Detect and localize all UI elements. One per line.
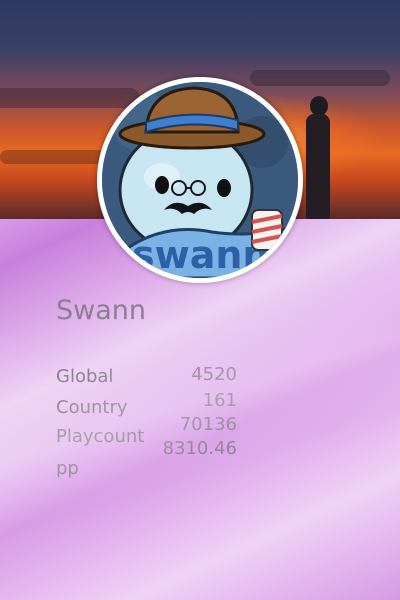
stat-value-pp: 8310.46	[162, 438, 237, 459]
stat-value-global: 4520	[191, 364, 237, 385]
stat-value-country: 161	[202, 390, 237, 411]
stat-label-pp: pp	[56, 458, 79, 479]
stat-label-playcount: Playcount	[56, 426, 145, 447]
stat-label-country: Country	[56, 397, 128, 418]
username[interactable]: Swann	[56, 294, 246, 328]
avatar-caption: swann	[132, 233, 269, 277]
stat-label-global: Global	[56, 366, 114, 387]
stat-value-playcount: 70136	[179, 414, 237, 435]
banner-cloud	[0, 88, 140, 108]
banner-person-silhouette	[306, 96, 330, 219]
profile-card: swann Swann Global 4520 Country 161 Play…	[0, 0, 400, 600]
banner-cloud	[250, 70, 390, 86]
avatar[interactable]: swann	[97, 77, 303, 283]
avatar-image: swann	[102, 82, 298, 278]
profile-info: Swann Global 4520 Country 161 Playcount …	[56, 294, 246, 479]
stats-list: Global 4520 Country 161 Playcount 70136 …	[56, 328, 246, 479]
